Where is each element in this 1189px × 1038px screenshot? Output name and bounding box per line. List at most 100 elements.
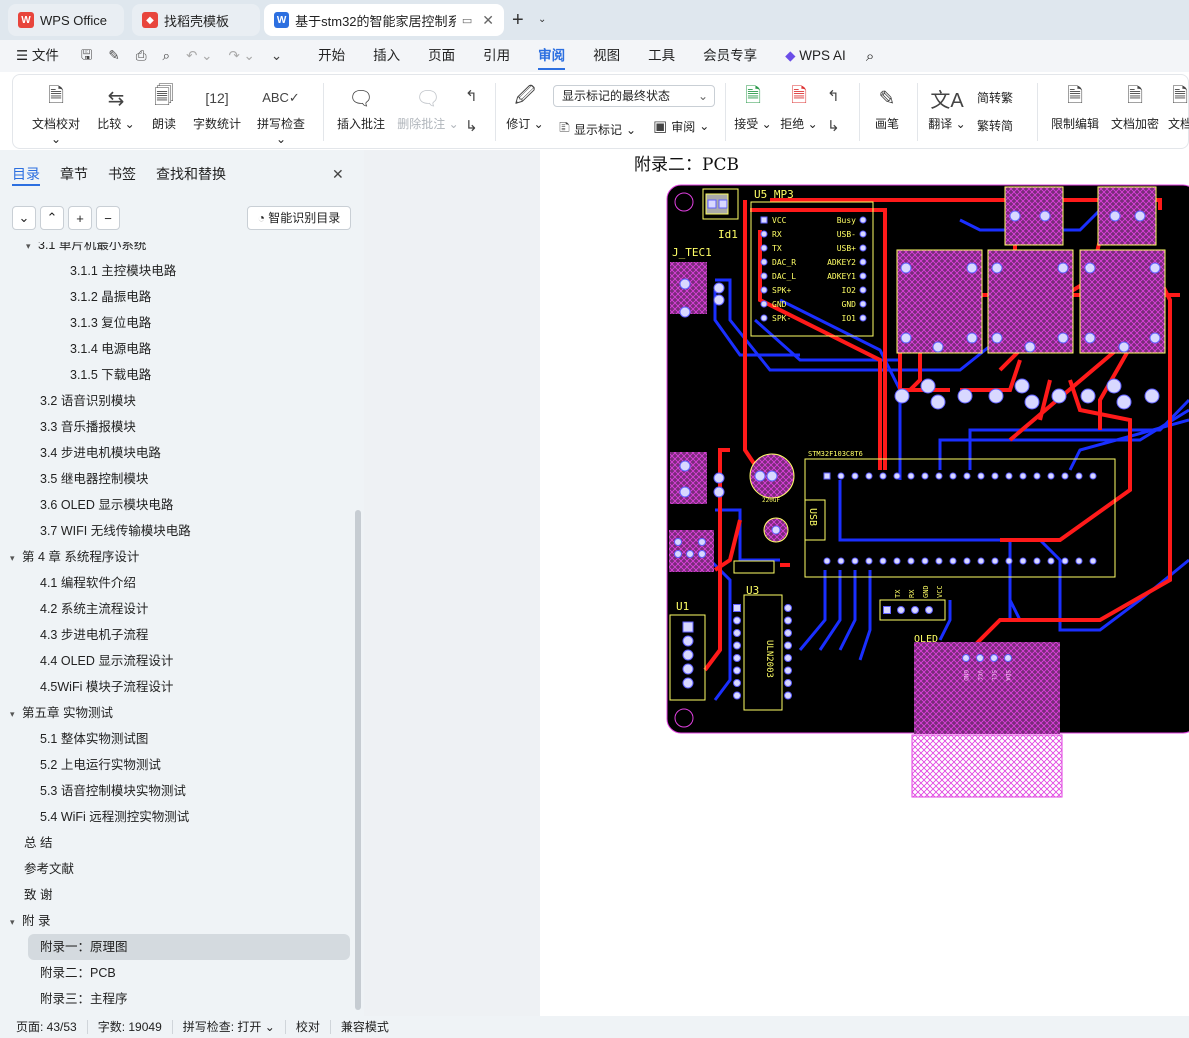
accept-button[interactable]: 🗎 接受 ⌄ [733, 81, 773, 132]
search-icon[interactable]: ⌕ [860, 48, 880, 65]
toc-item[interactable]: 附录三：主程序 [40, 986, 128, 1012]
menu-layout[interactable]: 页面 [414, 40, 469, 72]
toc-item[interactable]: 致 谢 [24, 882, 52, 908]
toc-item[interactable]: 3.1.1 主控模块电路 [70, 258, 176, 284]
new-tab-button[interactable]: + [512, 10, 524, 30]
pen-quick-icon[interactable]: ✎ [100, 48, 127, 64]
close-pane-icon[interactable]: ✕ [332, 166, 344, 183]
toc-item[interactable]: 5.2 上电运行实物测试 [40, 752, 161, 778]
spell-check-button[interactable]: ABC✓ 拼写检查 ⌄ [251, 81, 311, 146]
pcb-pad [1014, 378, 1030, 394]
tab-bookmarks[interactable]: 书签 [108, 164, 136, 186]
prev-change-button[interactable]: ↰ [827, 87, 840, 105]
tab-document[interactable]: W 基于stm32的智能家居控制系统 ▭ ✕ [264, 4, 504, 36]
expand-arrow-icon[interactable]: ▾ [10, 545, 22, 571]
translate-button[interactable]: 文A 翻译 ⌄ [927, 81, 967, 132]
save-icon[interactable]: 🖫 [73, 45, 101, 68]
proof-button[interactable]: 校对 [286, 1020, 331, 1034]
menu-insert[interactable]: 插入 [359, 40, 414, 72]
toc-item[interactable]: 3.7 WIFI 无线传输模块电路 [40, 518, 191, 544]
toc-item[interactable]: 4.3 步进电机子流程 [40, 622, 148, 648]
scrollbar[interactable] [355, 510, 361, 1010]
expand-arrow-icon[interactable]: ▾ [26, 242, 38, 259]
next-comment-button[interactable]: ↳ [465, 117, 478, 135]
toc-item[interactable]: 3.3 音乐播报模块 [40, 414, 136, 440]
pcb-pad [893, 557, 901, 565]
toc-item[interactable]: 3.6 OLED 显示模块电路 [40, 492, 173, 518]
undo-icon[interactable]: ↶ ⌄ [178, 48, 220, 64]
redo-icon[interactable]: ↷ ⌄ [220, 48, 262, 64]
prev-comment-button[interactable]: ↰ [465, 87, 478, 105]
toc-item[interactable]: 3.2 语音识别模块 [40, 388, 136, 414]
pen-button[interactable]: ✎ 画笔 [869, 81, 905, 132]
menu-references[interactable]: 引用 [469, 40, 524, 72]
next-change-button[interactable]: ↳ [827, 117, 840, 135]
toc-item[interactable]: 附录二：PCB [40, 960, 116, 986]
toc-item[interactable]: 3.1.2 晶振电路 [70, 284, 151, 310]
reject-button[interactable]: 🗎 拒绝 ⌄ [779, 81, 819, 132]
toc-item[interactable]: 3.4 步进电机模块电路 [40, 440, 161, 466]
menu-review[interactable]: 审阅 [524, 40, 579, 72]
toc-item[interactable]: 4.5WiFi 模块子流程设计 [40, 674, 173, 700]
wifi-pin-label: GND [922, 585, 930, 598]
tab-template[interactable]: ◆ 找稻壳模板 [132, 4, 260, 36]
show-marks-button[interactable]: 🗈 显示标记 ⌄ [559, 117, 636, 142]
read-aloud-button[interactable]: 🗐 朗读 [147, 81, 181, 132]
menu-file[interactable]: ☰ 文件 [0, 40, 73, 72]
delete-comment-button[interactable]: 🗨 删除批注 ⌄ [397, 81, 459, 132]
collapse-button[interactable]: ⌄ [12, 206, 36, 230]
spell-status[interactable]: 拼写检查: 打开 ⌄ [173, 1020, 286, 1034]
word-count-button[interactable]: [12] 字数统计 [191, 81, 243, 132]
encrypt-button[interactable]: 🗎 文档加密 [1107, 81, 1163, 132]
toc-item[interactable]: 3.1.4 电源电路 [70, 336, 151, 362]
to-traditional-button[interactable]: 简转繁 [977, 89, 1013, 106]
expand-button[interactable]: ⌃ [40, 206, 64, 230]
track-changes-button[interactable]: 🖉 修订 ⌄ [505, 81, 545, 132]
toc-item[interactable]: 5.1 整体实物测试图 [40, 726, 148, 752]
review-pane-button[interactable]: ▣ 审阅 ⌄ [653, 117, 709, 135]
menu-member[interactable]: 会员专享 [689, 40, 771, 72]
to-simplified-button[interactable]: 繁转简 [977, 117, 1013, 134]
compare-button[interactable]: ⇆ 比较 ⌄ [97, 81, 135, 132]
toc-item[interactable]: 3.1.5 下载电路 [70, 362, 151, 388]
word-count[interactable]: 字数: 19049 [88, 1020, 173, 1034]
toc-item[interactable]: 5.3 语音控制模块实物测试 [40, 778, 186, 804]
menu-home[interactable]: 开始 [304, 40, 359, 72]
print-icon[interactable]: ⎙ [128, 48, 155, 64]
toc-item[interactable]: 5.4 WiFi 远程测控实物测试 [40, 804, 189, 830]
toc-item[interactable]: 4.2 系统主流程设计 [40, 596, 148, 622]
add-heading-button[interactable]: + [68, 206, 92, 230]
toc-item[interactable]: 4.4 OLED 显示流程设计 [40, 648, 173, 674]
doc-check-button[interactable]: 🗎 文档校对 ⌄ [27, 81, 85, 146]
more-chevron-icon[interactable]: ⌄ [263, 48, 290, 64]
toc-item[interactable]: 3.5 继电器控制模块 [40, 466, 148, 492]
display-mode-select[interactable]: 显示标记的最终状态 ⌄ [553, 85, 715, 107]
restrict-edit-button[interactable]: 🗎 限制编辑 [1047, 81, 1103, 132]
toc-item[interactable]: ▾ 附 录 [10, 908, 50, 934]
expand-arrow-icon[interactable]: ▾ [10, 909, 22, 935]
toc-item[interactable]: ▾ 第 4 章 系统程序设计 [10, 544, 139, 570]
insert-comment-button[interactable]: 🗨 插入批注 [335, 81, 387, 132]
toc-item[interactable]: 参考文献 [24, 856, 74, 882]
toc-item[interactable]: 3.1.3 复位电路 [70, 310, 151, 336]
chevron-down-icon[interactable]: ⌄ [538, 14, 546, 25]
remove-heading-button[interactable]: − [96, 206, 120, 230]
toc-item[interactable]: ▾ 第五章 实物测试 [10, 700, 113, 726]
toc-item[interactable]: ▾ 3.1 单片机最小系统 [26, 242, 146, 258]
toc-item[interactable]: 附录一：原理图 [28, 934, 350, 960]
menu-wps-ai[interactable]: ◆ WPS AI [771, 40, 860, 72]
tab-chapters[interactable]: 章节 [60, 164, 88, 186]
close-tab-icon[interactable]: ✕ [482, 12, 494, 29]
expand-arrow-icon[interactable]: ▾ [10, 701, 22, 727]
doc-more-button[interactable]: 🗎 文档 [1165, 81, 1189, 132]
menu-tools[interactable]: 工具 [634, 40, 689, 72]
tab-find-replace[interactable]: 查找和替换 [156, 164, 226, 186]
menu-view[interactable]: 视图 [579, 40, 634, 72]
preview-icon[interactable]: ⌕ [155, 48, 179, 64]
toc-item[interactable]: 4.1 编程软件介绍 [40, 570, 136, 596]
tab-toc[interactable]: 目录 [12, 164, 40, 186]
page-count[interactable]: 页面: 43/53 [0, 1020, 88, 1034]
tab-wps-office[interactable]: W WPS Office [8, 4, 124, 36]
toc-item[interactable]: 总 结 [24, 830, 52, 856]
smart-toc-button[interactable]: ◔ 智能识别目录 [247, 206, 351, 230]
